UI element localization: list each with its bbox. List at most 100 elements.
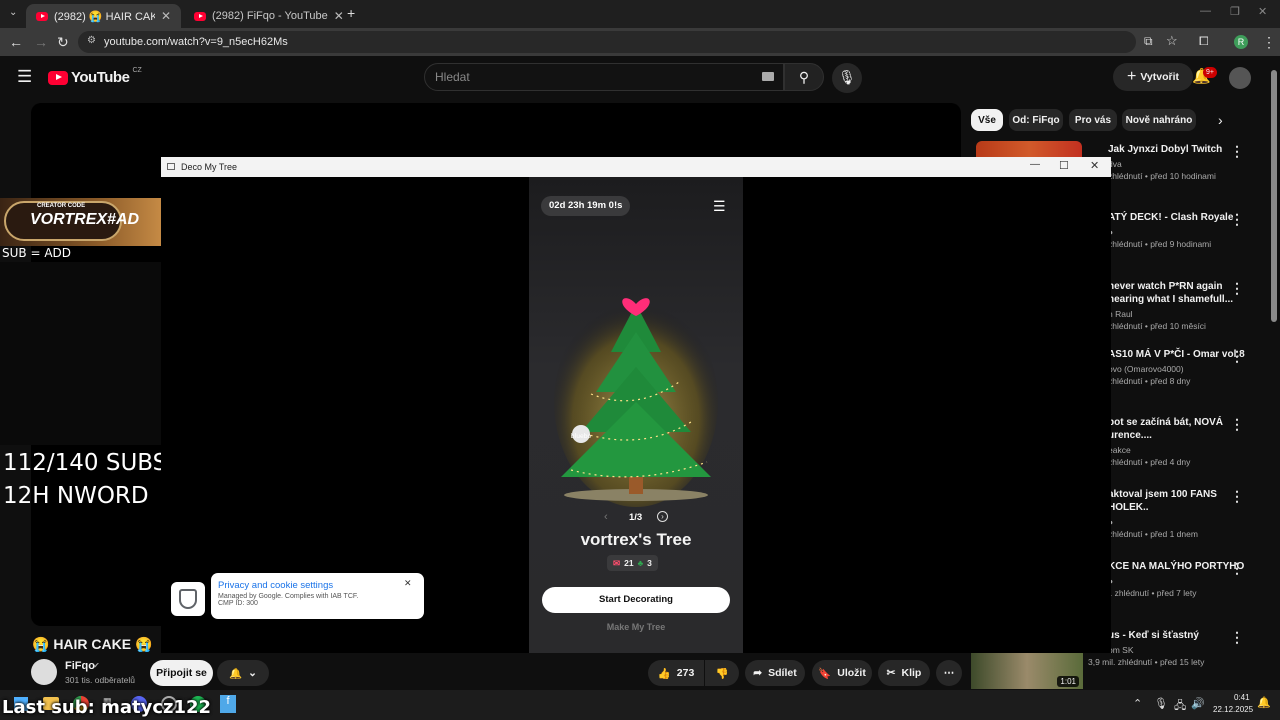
rec-meta: zhlédnutí • před 8 dny — [1108, 376, 1191, 386]
window-minimize-icon[interactable]: — — [1030, 159, 1040, 170]
microphone-icon: 🎙 — [838, 69, 856, 85]
rec-more-icon[interactable]: ⋮ — [1230, 280, 1244, 297]
tab-title: (2982) FiFqo - YouTube — [212, 10, 328, 22]
chip-all[interactable]: Vše — [971, 109, 1003, 131]
rec-more-icon[interactable]: ⋮ — [1230, 488, 1244, 505]
chip-for-you[interactable]: Pro vás — [1069, 109, 1117, 131]
clock-time[interactable]: 0:41 — [1234, 693, 1250, 702]
prev-page-icon[interactable]: ‹ — [604, 511, 608, 523]
tab-fifqo[interactable]: (2982) FiFqo - YouTube ✕ — [184, 4, 344, 28]
creator-code-banner: CREATOR CODE VORTREX#AD — [0, 198, 161, 246]
create-button[interactable]: + Vytvořit — [1113, 63, 1193, 91]
privacy-close-icon[interactable]: ✕ — [404, 578, 412, 589]
tray-network-icon[interactable]: 🖧 — [1174, 697, 1186, 716]
profile-avatar[interactable]: R — [1234, 35, 1248, 49]
youtube-logo[interactable]: YouTube CZ — [48, 67, 142, 86]
notification-center-icon[interactable]: 🔔 — [1257, 696, 1271, 709]
make-my-tree-link[interactable]: Make My Tree — [529, 622, 743, 632]
clip-button[interactable]: ✂ Klip — [878, 660, 930, 686]
channel-avatar[interactable] — [31, 659, 57, 685]
share-icon: ➦ — [753, 667, 763, 679]
notepad-icon[interactable]: f — [220, 695, 236, 713]
minimize-icon[interactable]: — — [1200, 5, 1211, 17]
youtube-favicon-icon — [194, 11, 206, 21]
tray-expand-icon[interactable]: ⌃ — [1133, 697, 1142, 710]
restore-icon[interactable]: ❐ — [1230, 5, 1240, 18]
subscriber-count: 301 tis. odběratelů — [65, 675, 135, 685]
window-close-icon[interactable]: ✕ — [1090, 159, 1099, 172]
join-button[interactable]: Připojit se — [150, 660, 213, 686]
tree-owner-title: vortrex's Tree — [580, 530, 692, 549]
tab-title: (2982) 😭 HAIR CAKE 😭 - You — [54, 10, 155, 23]
rec-more-icon[interactable]: ⋮ — [1230, 629, 1244, 646]
back-icon[interactable]: ← — [9, 34, 23, 50]
keyboard-icon[interactable] — [762, 72, 774, 81]
letter-count: 21 — [624, 558, 634, 568]
bookmark-star-icon[interactable]: ☆ — [1166, 33, 1178, 49]
close-window-icon[interactable]: ✕ — [1258, 5, 1267, 18]
browser-menu-icon[interactable]: ⋮ — [1262, 34, 1276, 51]
menu-icon[interactable]: ☰ — [713, 198, 726, 215]
rec-meta: zhlédnutí • před 10 hodinami — [1108, 171, 1216, 181]
site-info-icon[interactable]: ⚙ — [87, 35, 96, 46]
rec-verified-icon: ● — [1108, 516, 1258, 528]
search-button[interactable]: ⚲ — [784, 63, 824, 91]
rec-channel: eakce — [1108, 445, 1131, 455]
forward-icon[interactable]: → — [34, 34, 48, 50]
rec-more-icon[interactable]: ⋮ — [1230, 211, 1244, 228]
youtube-favicon-icon — [36, 11, 48, 21]
tab-search-icon[interactable]: ⌄ — [9, 7, 17, 18]
more-actions-button[interactable]: ⋯ — [936, 660, 962, 686]
page-scrollbar[interactable] — [1271, 70, 1277, 322]
tab-hair-cake[interactable]: (2982) 😭 HAIR CAKE 😭 - You ✕ — [26, 4, 181, 28]
dislike-button[interactable]: 👎 — [705, 660, 739, 686]
rec-more-icon[interactable]: ⋮ — [1230, 560, 1244, 577]
channel-name[interactable]: FiFqo — [65, 660, 95, 672]
clock-date[interactable]: 22.12.2025 — [1213, 705, 1253, 714]
tree-stats: ✉ 21 ♣ 3 — [607, 555, 658, 571]
save-button[interactable]: 🔖 Uložit — [812, 660, 872, 686]
start-decorating-button[interactable]: Start Decorating — [542, 587, 730, 613]
tray-volume-icon[interactable]: 🔊 — [1191, 697, 1205, 710]
next-page-icon[interactable]: › — [657, 511, 668, 522]
voice-search-button[interactable]: 🎙 — [832, 63, 862, 93]
creator-code-name: VORTREX#AD — [30, 211, 140, 228]
christmas-tree-illustration[interactable]: bluebo — [551, 282, 721, 507]
chips-next-icon[interactable]: › — [1218, 112, 1223, 128]
window-maximize-icon[interactable]: ☐ — [1059, 159, 1069, 172]
rec-more-icon[interactable]: ⋮ — [1230, 416, 1244, 433]
create-label: Vytvořit — [1140, 71, 1180, 83]
privacy-banner: Privacy and cookie settings Managed by G… — [211, 573, 424, 619]
rec-thumbnail[interactable]: 1:01 — [971, 653, 1083, 689]
rec-thumbnail[interactable] — [976, 141, 1082, 157]
shield-icon — [179, 589, 197, 609]
tab-close-icon[interactable]: ✕ — [334, 9, 344, 23]
rec-meta: 3,9 mil. zhlédnutí • před 15 lety — [1088, 657, 1205, 667]
rec-more-icon[interactable]: ⋮ — [1230, 143, 1244, 160]
privacy-shield-button[interactable] — [171, 582, 205, 616]
share-button[interactable]: ➦ Sdílet — [745, 660, 805, 686]
account-avatar[interactable] — [1229, 67, 1251, 89]
like-count: 273 — [676, 667, 695, 679]
tab-close-icon[interactable]: ✕ — [161, 9, 171, 23]
window-title: Deco My Tree — [181, 162, 238, 172]
install-app-icon[interactable]: ⧉ — [1144, 34, 1153, 49]
chip-from-channel[interactable]: Od: FiFqo — [1009, 109, 1063, 131]
youtube-logo-icon — [48, 70, 68, 85]
rec-more-icon[interactable]: ⋮ — [1230, 348, 1244, 365]
tray-mic-icon[interactable]: 🎙 — [1154, 697, 1168, 710]
like-button[interactable]: 👍 273 — [648, 660, 704, 686]
rec-meta: zhlédnutí • před 9 hodinami — [1108, 239, 1212, 249]
subscribed-bell-button[interactable]: 🔔 ⌄ — [217, 660, 269, 686]
new-tab-icon[interactable]: + — [347, 5, 355, 21]
tree-icon: ♣ — [637, 558, 644, 568]
privacy-title-link[interactable]: Privacy and cookie settings — [218, 580, 417, 591]
share-label: Sdílet — [768, 667, 797, 679]
rec-meta: zhlédnutí • před 4 dny — [1108, 457, 1191, 467]
search-input[interactable]: Hledat — [424, 63, 784, 91]
url-field[interactable]: ⚙ youtube.com/watch?v=9_n5ecH62Ms ⧉ ☆ — [78, 31, 1178, 53]
reload-icon[interactable]: ↻ — [57, 34, 69, 51]
extensions-icon[interactable]: ⧠ — [1199, 34, 1209, 49]
hamburger-menu-icon[interactable]: ☰ — [17, 67, 32, 87]
chip-recent[interactable]: Nově nahráno — [1122, 109, 1196, 131]
